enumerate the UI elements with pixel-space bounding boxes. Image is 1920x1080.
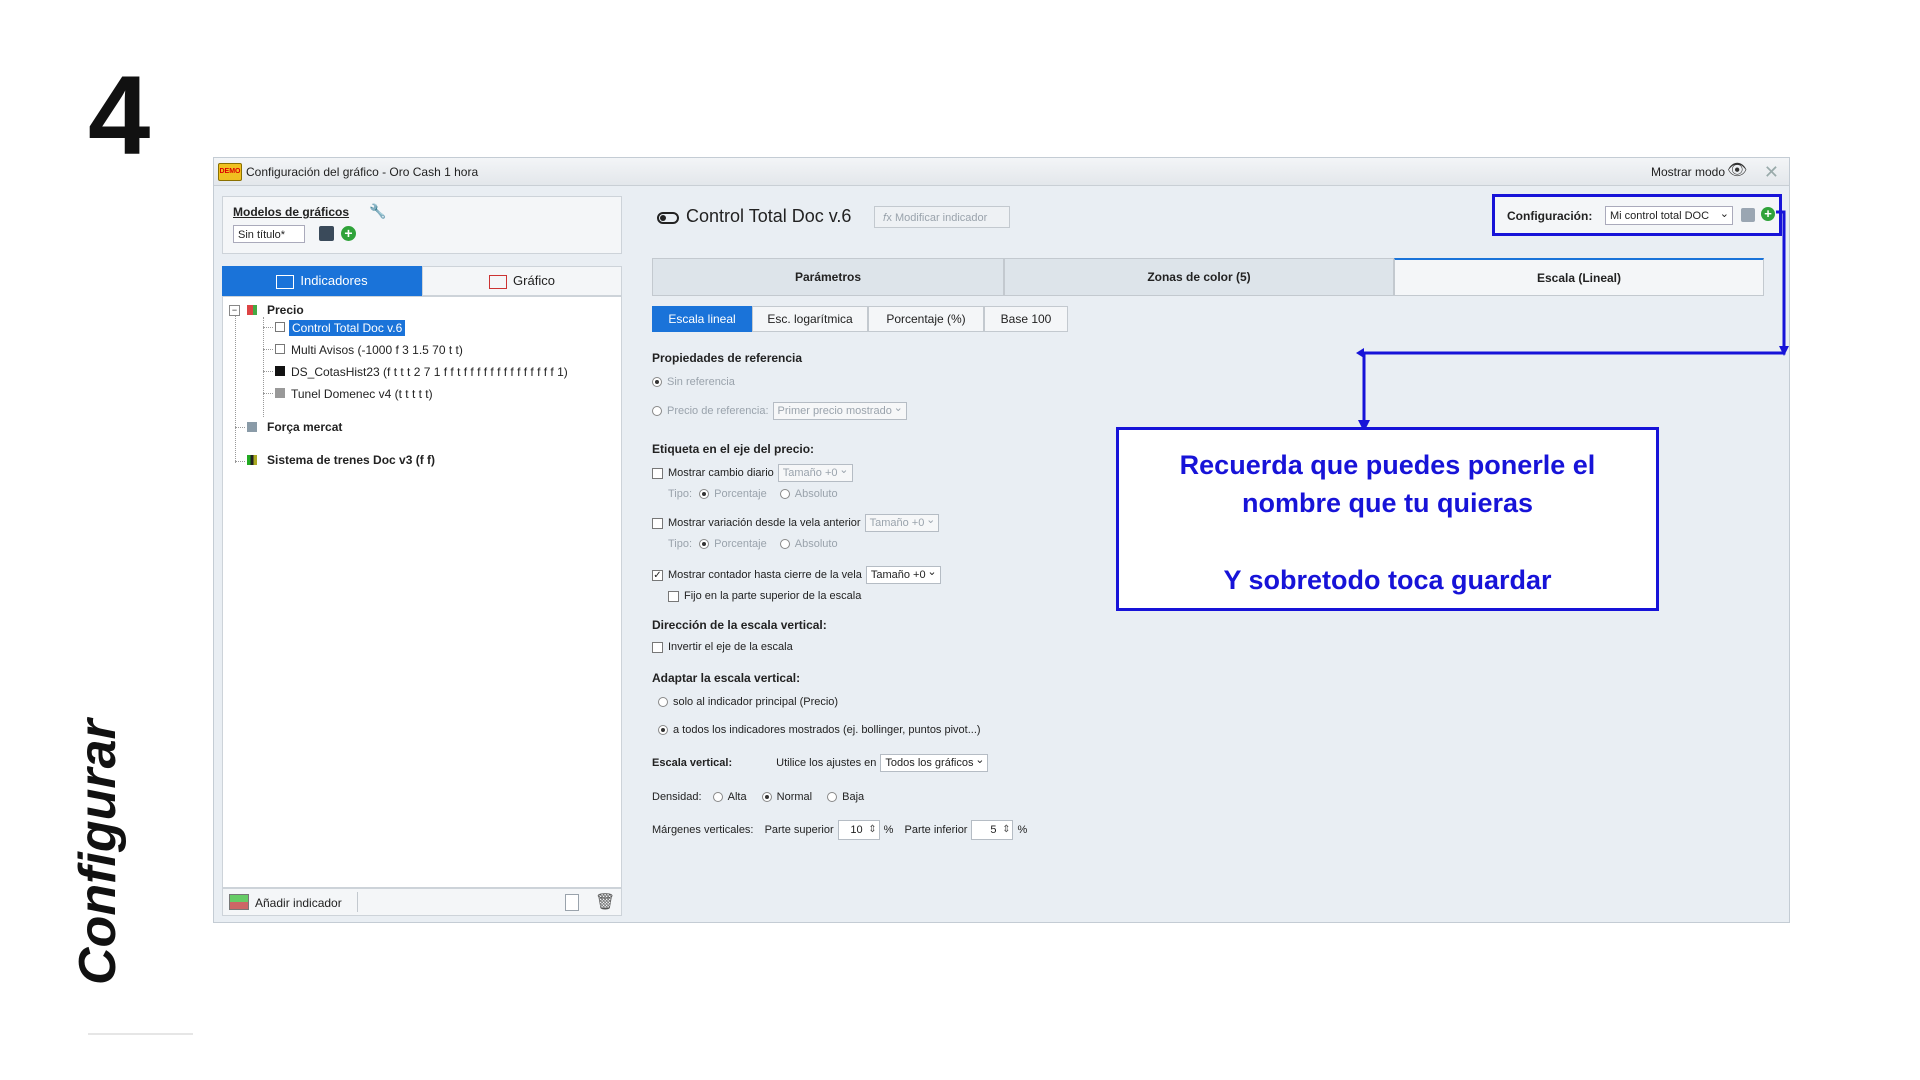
annotation-callout: Recuerda que puedes ponerle el nombre qu…	[1116, 427, 1659, 611]
callout-line1: Recuerda que puedes ponerle el	[1179, 450, 1596, 480]
callout-line3: Y sobretodo toca guardar	[1223, 565, 1552, 595]
callout-line2: nombre que tu quieras	[1241, 488, 1534, 518]
